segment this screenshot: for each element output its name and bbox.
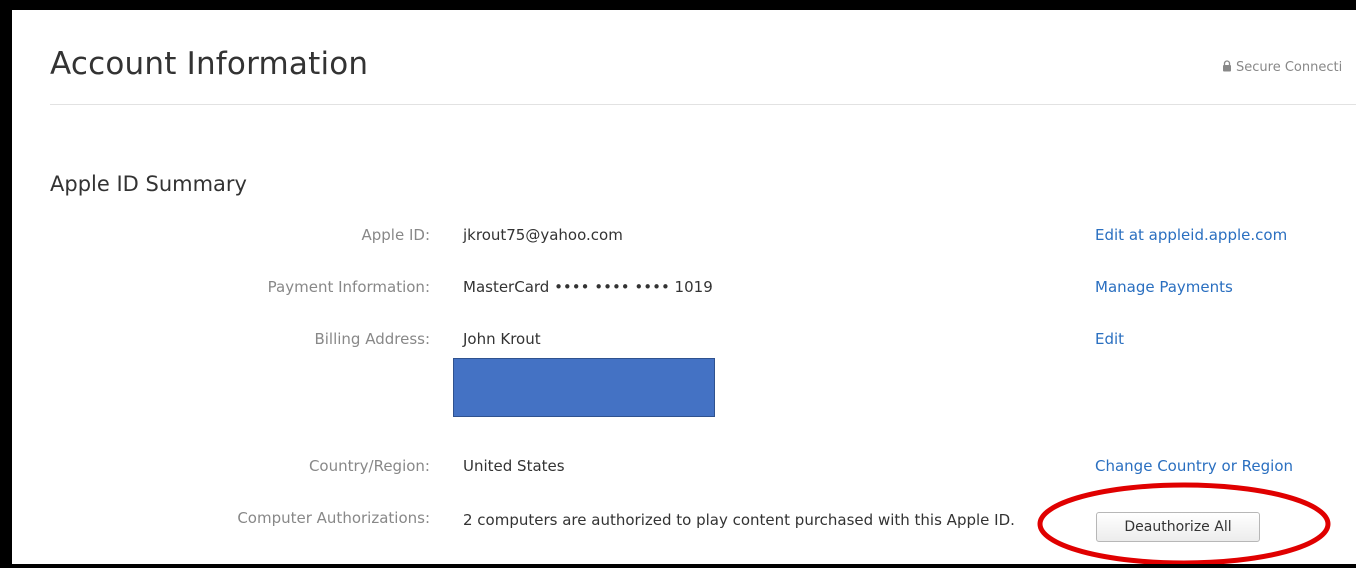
secure-connection-indicator: Secure Connecti <box>1222 60 1342 75</box>
edit-billing-address-link[interactable]: Edit <box>1095 330 1124 348</box>
section-title: Apple ID Summary <box>50 172 247 196</box>
account-information-page: Account Information Secure Connecti Appl… <box>0 0 1356 568</box>
change-country-link[interactable]: Change Country or Region <box>1095 457 1293 475</box>
apple-id-value: jkrout75@yahoo.com <box>463 226 623 244</box>
billing-address-label: Billing Address: <box>314 330 430 348</box>
country-region-value: United States <box>463 457 565 475</box>
manage-payments-link[interactable]: Manage Payments <box>1095 278 1233 296</box>
billing-address-name: John Krout <box>463 330 541 348</box>
edit-apple-id-link[interactable]: Edit at appleid.apple.com <box>1095 226 1287 244</box>
apple-id-label: Apple ID: <box>361 226 431 244</box>
lock-icon <box>1223 60 1231 72</box>
payment-information-label: Payment Information: <box>267 278 430 296</box>
page-title: Account Information <box>50 46 369 82</box>
deauthorize-all-button[interactable]: Deauthorize All <box>1096 512 1260 542</box>
redaction-box <box>453 358 715 417</box>
secure-connection-label: Secure Connecti <box>1236 60 1343 75</box>
computer-authorizations-value: 2 computers are authorized to play conte… <box>463 511 1015 529</box>
country-region-label: Country/Region: <box>308 457 430 475</box>
header-divider <box>50 104 1356 105</box>
payment-information-value: MasterCard •••• •••• •••• 1019 <box>463 278 713 296</box>
computer-authorizations-label: Computer Authorizations: <box>237 509 430 527</box>
